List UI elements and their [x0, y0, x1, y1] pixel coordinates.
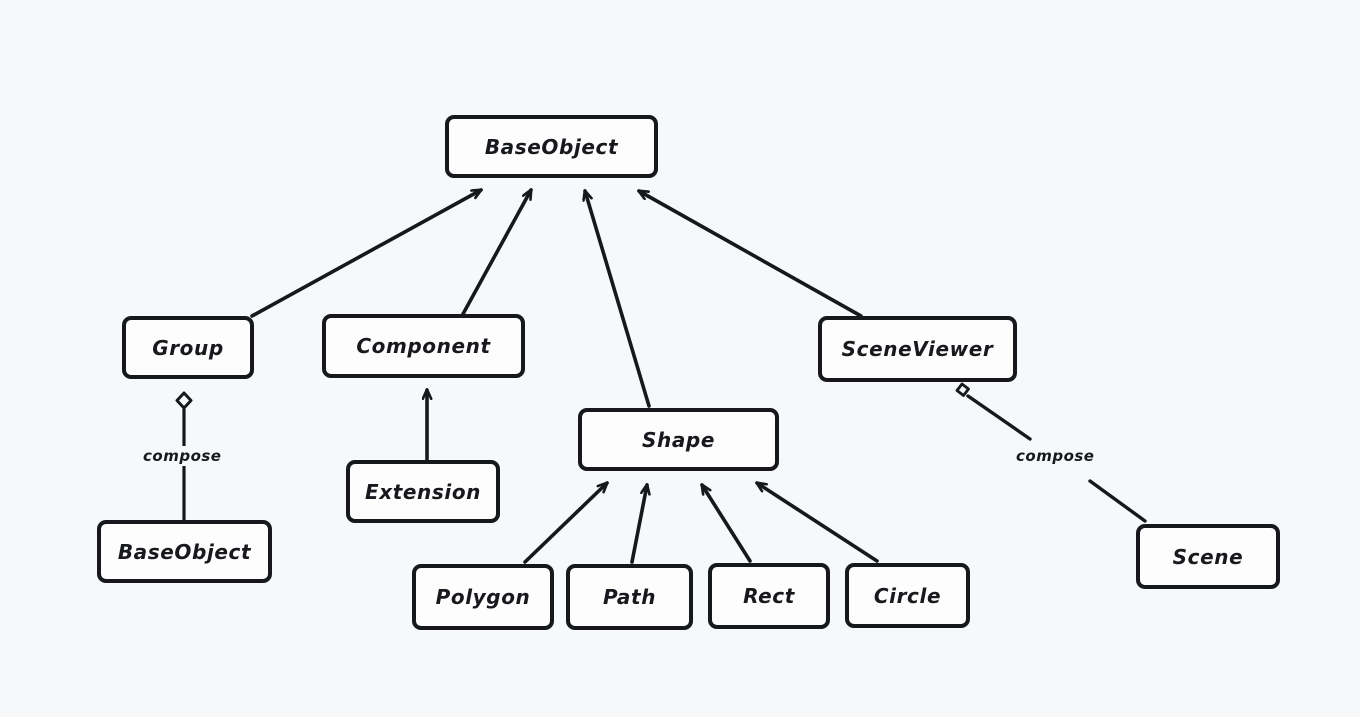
node-path[interactable]: Path [566, 564, 693, 630]
node-shape[interactable]: Shape [578, 408, 779, 471]
node-label: Scene [1172, 544, 1244, 569]
node-group[interactable]: Group [122, 316, 254, 379]
aggregation-diamond-sceneviewer [955, 382, 970, 397]
node-label: BaseObject [117, 539, 252, 564]
node-baseobject-leaf[interactable]: BaseObject [97, 520, 272, 583]
node-scene[interactable]: Scene [1136, 524, 1280, 589]
edge-group-to-baseobject [250, 188, 481, 318]
node-component[interactable]: Component [322, 314, 525, 378]
edge-rect-to-shape [700, 485, 752, 563]
edge-component-to-baseobject [461, 190, 533, 316]
node-label: Path [602, 585, 657, 609]
node-label: Component [356, 334, 491, 358]
node-label: BaseObject [484, 134, 619, 159]
node-polygon[interactable]: Polygon [412, 564, 554, 630]
class-diagram-canvas: BaseObject Group Component SceneViewer S… [0, 0, 1360, 717]
node-label: SceneViewer [841, 337, 994, 361]
edge-shape-to-baseobject [585, 191, 651, 408]
edge-polygon-to-shape [523, 481, 609, 564]
edge-circle-to-shape [757, 481, 879, 563]
edge-label-compose-left: compose [139, 446, 226, 466]
node-label: Shape [641, 427, 716, 452]
aggregation-diamond-group [175, 391, 193, 410]
edge-sceneviewer-to-baseobject [639, 189, 863, 318]
node-extension[interactable]: Extension [346, 460, 500, 523]
node-circle[interactable]: Circle [845, 563, 970, 628]
node-sceneviewer[interactable]: SceneViewer [818, 316, 1017, 382]
edge-path-to-shape [630, 485, 647, 564]
node-rect[interactable]: Rect [708, 563, 830, 629]
node-baseobject-root[interactable]: BaseObject [445, 115, 658, 178]
edge-label-compose-right: compose [1012, 446, 1099, 466]
node-label: Group [152, 335, 224, 360]
node-label: Rect [743, 584, 795, 608]
node-label: Circle [873, 583, 942, 608]
node-label: Polygon [435, 585, 531, 609]
node-label: Extension [364, 479, 482, 504]
